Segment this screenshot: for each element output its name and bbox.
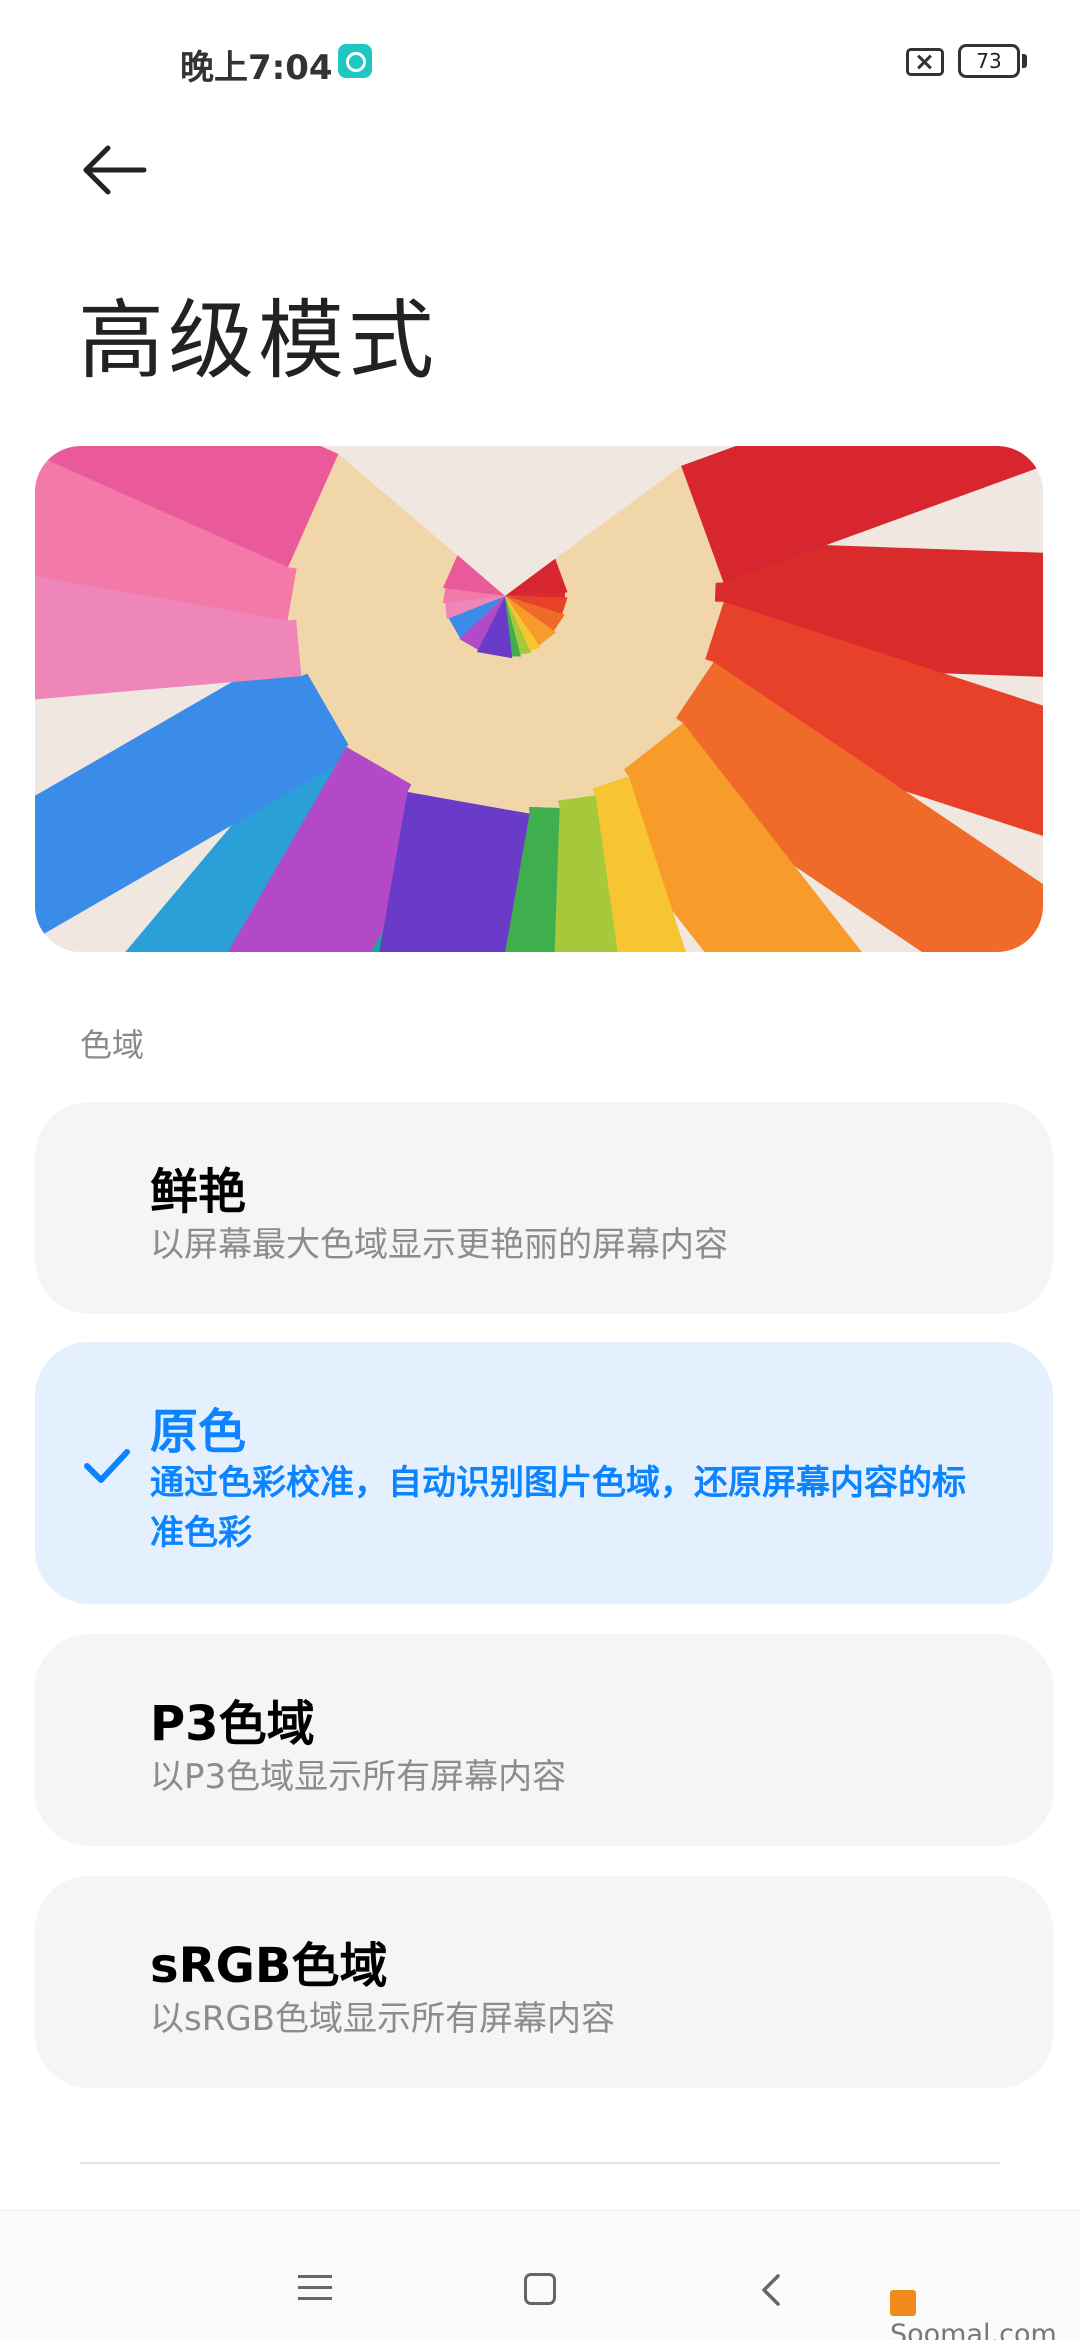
option-srgb[interactable]: sRGB色域 以sRGB色域显示所有屏幕内容 [35,1876,1053,2088]
pencils-illustration [35,446,1043,952]
home-icon[interactable] [524,2273,556,2305]
option-title: sRGB色域 [150,1938,388,1994]
option-title: 原色 [150,1404,247,1460]
option-title: 鲜艳 [150,1164,247,1220]
watermark-text: Soomal.com [890,2319,1057,2340]
advanced-mode-page: 晚上7:04 73 高级模式 色域 鲜艳 以屏幕最大色域显示更艳丽的屏幕内容 原… [0,0,1080,2340]
option-description: 以屏幕最大色域显示更艳丽的屏幕内容 [150,1225,728,1265]
status-bar: 晚上7:04 73 [0,0,1080,120]
app-notification-icon [338,44,372,78]
option-vivid[interactable]: 鲜艳 以屏幕最大色域显示更艳丽的屏幕内容 [35,1102,1053,1314]
menu-icon[interactable] [298,2275,332,2301]
page-title: 高级模式 [78,291,438,391]
option-description: 通过色彩校准，自动识别图片色域，还原屏幕内容的标准色彩 [150,1463,966,1553]
checkmark-icon [84,1449,130,1483]
battery-icon: 73 [958,44,1020,78]
option-title: P3色域 [150,1696,315,1752]
soomal-logo-icon [890,2290,916,2316]
divider [80,2162,1000,2164]
nav-back-icon[interactable] [756,2273,786,2307]
option-original[interactable]: 原色 通过色彩校准，自动识别图片色域，还原屏幕内容的标准色彩 [35,1342,1053,1604]
battery-tip [1022,54,1027,68]
no-sim-icon [906,48,944,76]
arrow-left-icon [83,145,147,195]
option-description: 以sRGB色域显示所有屏幕内容 [150,1999,616,2039]
back-button[interactable] [80,140,150,200]
watermark: Soomal.com [890,2288,1080,2340]
colored-pencils-image [35,446,1043,952]
option-p3[interactable]: P3色域 以P3色域显示所有屏幕内容 [35,1634,1053,1846]
status-time: 晚上7:04 [180,48,333,88]
option-description: 以P3色域显示所有屏幕内容 [150,1757,567,1797]
section-label-color-gamut: 色域 [80,1026,145,1064]
